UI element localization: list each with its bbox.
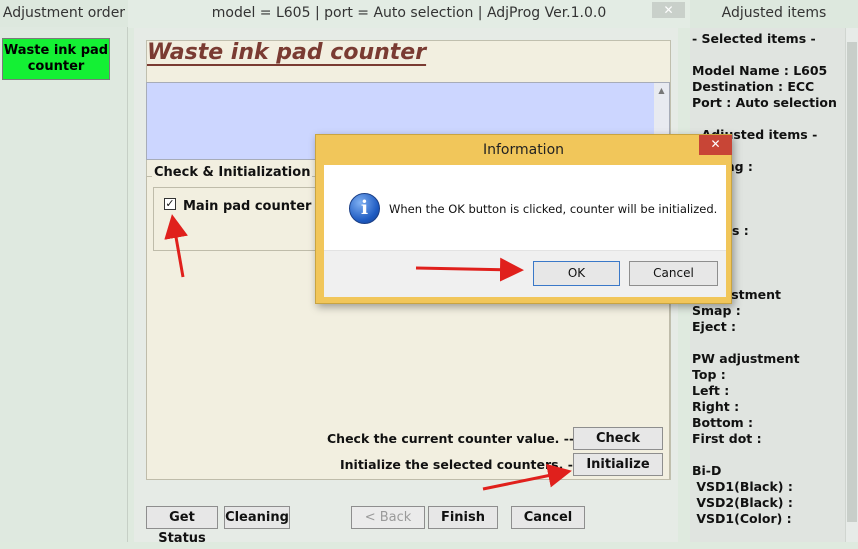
adjusted-item-line: Right : (692, 399, 740, 414)
adjusted-item-line: Smap : (692, 303, 741, 318)
initialize-button[interactable]: Initialize (573, 453, 663, 476)
adjustment-order-panel (0, 27, 128, 542)
adjusted-item-line: PW adjustment (692, 351, 800, 366)
close-icon: ✕ (710, 137, 721, 151)
dialog-cancel-button[interactable]: Cancel (629, 261, 718, 286)
adjusted-item-line: Bottom : (692, 415, 754, 430)
main-pad-counter-label: Main pad counter (183, 199, 312, 214)
dialog-close-button[interactable]: ✕ (699, 135, 732, 155)
check-button[interactable]: Check (573, 427, 663, 450)
cleaning-button[interactable]: Cleaning (224, 506, 290, 529)
back-button[interactable]: < Back (351, 506, 425, 529)
adjusted-item-line: - Selected items - (692, 31, 816, 46)
ok-button[interactable]: OK (533, 261, 620, 286)
adjusted-item-line: VSD1(Black) : (692, 479, 793, 494)
adjusted-item-line: VSD2(Black) : (692, 495, 793, 510)
adjusted-item-line: Eject : (692, 319, 737, 334)
info-icon: i (349, 193, 380, 224)
adjusted-item-line: Model Name : L605 (692, 63, 828, 78)
window-close-button[interactable]: ✕ (652, 2, 685, 18)
dialog-title: Information (482, 142, 565, 158)
dialog-message: When the OK button is clicked, counter w… (389, 202, 718, 216)
scrollbar-thumb[interactable] (847, 42, 857, 522)
adjusted-item-line: Top : (692, 367, 726, 382)
waste-ink-pad-counter-item[interactable]: Waste ink pad counter (2, 38, 110, 80)
adjustment-order-title: Adjustment order (0, 0, 128, 27)
finish-button[interactable]: Finish (428, 506, 498, 529)
close-icon: ✕ (663, 3, 674, 17)
window-title: model = L605 | port = Auto selection | A… (128, 0, 690, 28)
adjusted-items-title: Adjusted items (721, 5, 827, 21)
adjusted-item-line: Left : (692, 383, 730, 398)
adjusted-item-line: Port : Auto selection (692, 95, 837, 110)
adjusted-item-line: VSD1(Color) : (692, 511, 792, 526)
get-status-button[interactable]: Get Status (146, 506, 218, 546)
group-label: Check & Initialization (152, 165, 313, 180)
page-title: Waste ink pad counter (147, 40, 427, 65)
main-pad-counter-checkbox[interactable]: ✓ (164, 198, 176, 210)
scroll-up-icon[interactable]: ▲ (654, 83, 669, 99)
adjusted-item-line: Bi-D (692, 463, 722, 478)
adjusted-item-line: First dot : (692, 431, 762, 446)
cancel-button[interactable]: Cancel (511, 506, 585, 529)
information-dialog: Information ✕ i When the OK button is cl… (315, 134, 732, 304)
counter-list-frame (153, 187, 325, 251)
initialize-hint: Initialize the selected counters. --> (340, 457, 589, 472)
adjusted-items-scrollbar[interactable] (845, 28, 858, 542)
check-hint: Check the current counter value. --> (327, 431, 585, 446)
adjusted-item-line: Destination : ECC (692, 79, 815, 94)
